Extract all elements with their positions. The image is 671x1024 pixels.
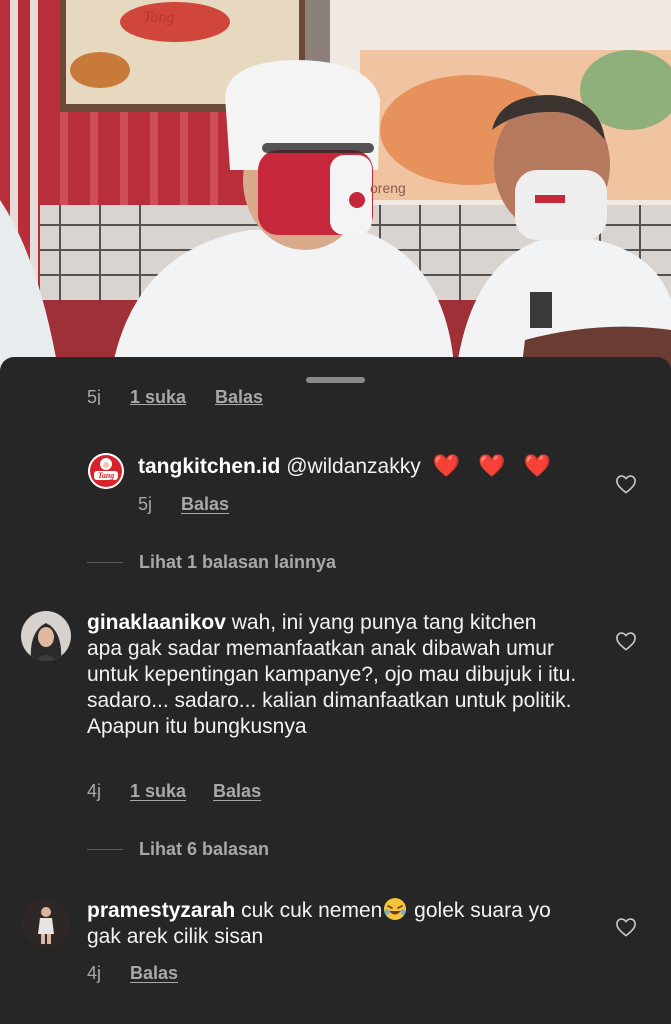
comment-item: pramestyzarah cuk cuk nemen golek suara … xyxy=(0,357,671,997)
video-background: oreng Tang xyxy=(0,0,671,380)
comment-meta: 4j Balas xyxy=(87,963,178,984)
svg-text:oreng: oreng xyxy=(370,180,406,196)
comment-time: 4j xyxy=(87,963,102,983)
video-frame-illustration: oreng Tang xyxy=(0,0,671,380)
comment-text: pramestyzarah cuk cuk nemen golek suara … xyxy=(87,897,577,950)
comment-body: cuk cuk nemen xyxy=(241,899,383,922)
reply-button[interactable]: Balas xyxy=(130,963,178,984)
heart-outline-icon[interactable] xyxy=(615,917,637,937)
avatar[interactable] xyxy=(21,898,71,948)
comments-sheet: 5j 1 suka Balas Tang tangkitchen.id @wil… xyxy=(0,357,671,1024)
comment-username[interactable]: pramestyzarah xyxy=(87,899,235,922)
rolling-laughing-emoji xyxy=(382,897,408,921)
svg-text:Tang: Tang xyxy=(143,9,174,26)
